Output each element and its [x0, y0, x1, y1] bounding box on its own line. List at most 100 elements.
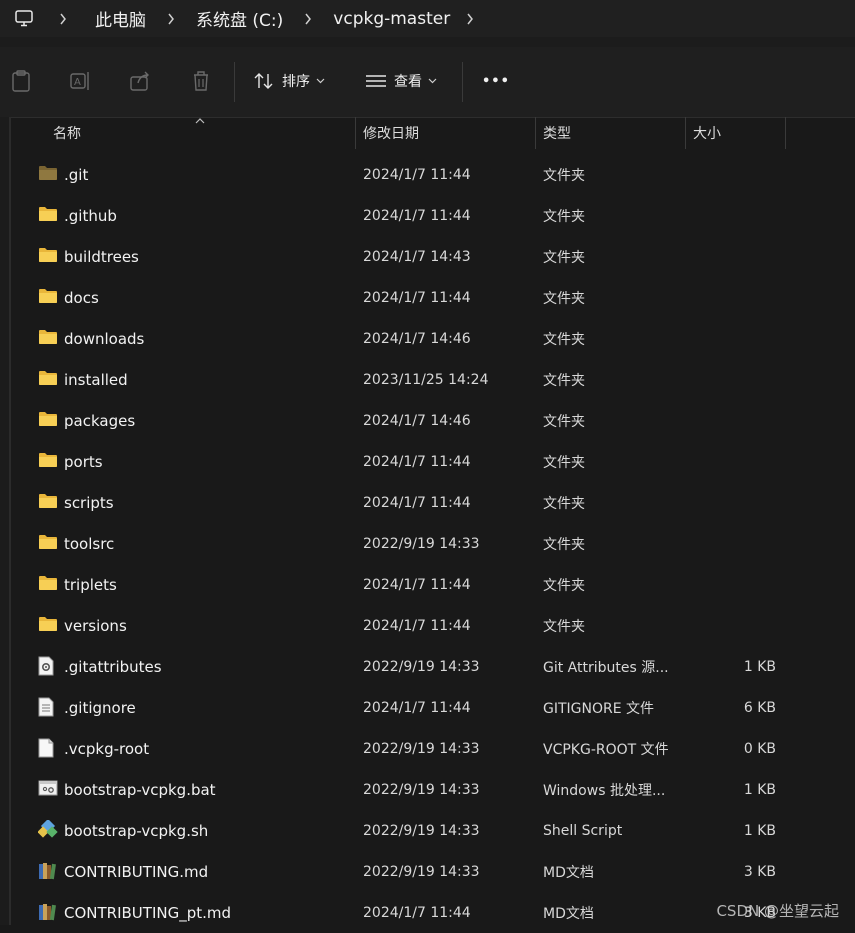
file-type: MD文档 — [543, 905, 594, 922]
column-divider[interactable] — [535, 117, 536, 149]
file-date-modified: 2022/9/19 14:33 — [363, 822, 480, 839]
file-date-modified: 2022/9/19 14:33 — [363, 658, 480, 675]
file-row[interactable]: bootstrap-vcpkg.bat 2022/9/19 14:33 Window… — [14, 769, 855, 810]
file-row[interactable]: docs 2024/1/7 11:44 文件夹 — [14, 277, 855, 318]
file-type: 文件夹 — [543, 249, 585, 266]
column-header-row: 名称 修改日期 类型 大小 — [0, 117, 855, 149]
file-row[interactable]: .github 2024/1/7 11:44 文件夹 — [14, 195, 855, 236]
file-name: docs — [64, 288, 99, 307]
shell-script-icon — [37, 818, 58, 840]
folder-icon — [38, 410, 58, 430]
more-options-button[interactable]: ••• — [482, 69, 510, 93]
folder-icon — [38, 205, 58, 225]
file-type: 文件夹 — [543, 495, 585, 512]
column-header-type[interactable]: 类型 — [543, 117, 571, 149]
toolbar-divider — [462, 62, 463, 102]
breadcrumb-item-this-pc[interactable]: 此电脑 — [89, 6, 152, 31]
file-name: packages — [64, 411, 136, 430]
file-row[interactable]: .gitignore 2024/1/7 11:44 GITIGNORE 文件 6 KB — [14, 687, 855, 728]
column-header-size[interactable]: 大小 — [693, 117, 721, 149]
file-date-modified: 2024/1/7 11:44 — [363, 207, 471, 224]
column-divider[interactable] — [685, 117, 686, 149]
file-row[interactable]: bootstrap-vcpkg.sh 2022/9/19 14:33 Shell S… — [14, 810, 855, 851]
file-date-modified: 2024/1/7 11:44 — [363, 617, 471, 634]
file-row[interactable]: buildtrees 2024/1/7 14:43 文件夹 — [14, 236, 855, 277]
file-name: triplets — [64, 575, 117, 594]
text-file-icon — [38, 697, 58, 717]
chevron-right-icon[interactable] — [456, 13, 484, 25]
watermark: CSDN @坐望云起 — [716, 902, 839, 920]
separator — [0, 37, 855, 47]
file-size: 1 KB — [743, 658, 776, 675]
file-name: .gitignore — [64, 698, 136, 717]
file-row[interactable]: .gitattributes 2022/9/19 14:33 Git Attribu… — [14, 646, 855, 687]
file-type: Windows 批处理... — [543, 782, 666, 799]
file-type: 文件夹 — [543, 536, 585, 553]
column-header-name[interactable]: 名称 — [53, 117, 81, 149]
sort-button[interactable]: 排序 — [254, 69, 325, 93]
file-date-modified: 2024/1/7 11:44 — [363, 289, 471, 306]
sort-ascending-icon — [195, 116, 205, 127]
file-date-modified: 2024/1/7 11:44 — [363, 699, 471, 716]
file-name: buildtrees — [64, 247, 139, 266]
pane-splitter[interactable] — [9, 117, 11, 925]
file-type: 文件夹 — [543, 618, 585, 635]
file-date-modified: 2022/9/19 14:33 — [363, 740, 480, 757]
column-header-date[interactable]: 修改日期 — [363, 117, 419, 149]
command-bar: A 排序 查看 ••• — [0, 47, 855, 118]
folder-icon — [38, 533, 58, 553]
file-size: 1 KB — [743, 781, 776, 798]
view-button[interactable]: 查看 — [366, 69, 437, 93]
file-row[interactable]: installed 2023/11/25 14:24 文件夹 — [14, 359, 855, 400]
file-type: 文件夹 — [543, 372, 585, 389]
file-row[interactable]: downloads 2024/1/7 14:46 文件夹 — [14, 318, 855, 359]
file-row[interactable]: CONTRIBUTING.md 2022/9/19 14:33 MD文档 3 KB — [14, 851, 855, 892]
file-date-modified: 2024/1/7 11:44 — [363, 494, 471, 511]
file-row[interactable]: versions 2024/1/7 11:44 文件夹 — [14, 605, 855, 646]
chevron-down-icon — [428, 78, 437, 84]
file-type: 文件夹 — [543, 331, 585, 348]
folder-icon — [38, 451, 58, 471]
paste-icon[interactable] — [9, 69, 33, 93]
file-date-modified: 2022/9/19 14:33 — [363, 781, 480, 798]
chevron-right-icon[interactable] — [37, 13, 89, 25]
file-date-modified: 2022/9/19 14:33 — [363, 863, 480, 880]
file-row[interactable]: toolsrc 2022/9/19 14:33 文件夹 — [14, 523, 855, 564]
file-type: 文件夹 — [543, 413, 585, 430]
file-row[interactable]: ports 2024/1/7 11:44 文件夹 — [14, 441, 855, 482]
file-name: .git — [64, 165, 89, 184]
folder-icon — [38, 574, 58, 594]
address-bar[interactable]: 此电脑 系统盘 (C:) vcpkg-master — [0, 0, 855, 37]
file-row[interactable]: packages 2024/1/7 14:46 文件夹 — [14, 400, 855, 441]
file-row[interactable]: scripts 2024/1/7 11:44 文件夹 — [14, 482, 855, 523]
file-row[interactable]: .vcpkg-root 2022/9/19 14:33 VCPKG-ROOT 文件 0… — [14, 728, 855, 769]
delete-icon[interactable] — [189, 69, 213, 93]
svg-text:A: A — [74, 77, 81, 88]
column-divider[interactable] — [355, 117, 356, 149]
sort-icon — [254, 72, 274, 90]
blank-file-icon — [38, 738, 58, 758]
share-icon[interactable] — [129, 69, 153, 93]
folder-icon — [38, 287, 58, 307]
column-divider[interactable] — [785, 117, 786, 149]
chevron-right-icon[interactable] — [289, 13, 327, 25]
computer-icon[interactable] — [11, 6, 37, 32]
chevron-right-icon[interactable] — [152, 13, 190, 25]
view-list-icon — [366, 74, 386, 88]
folder-icon — [38, 615, 58, 635]
file-date-modified: 2024/1/7 11:44 — [363, 166, 471, 183]
file-type: MD文档 — [543, 864, 594, 881]
file-name: CONTRIBUTING_pt.md — [64, 903, 232, 922]
file-type: 文件夹 — [543, 208, 585, 225]
file-row[interactable]: triplets 2024/1/7 11:44 文件夹 — [14, 564, 855, 605]
file-type: GITIGNORE 文件 — [543, 700, 655, 717]
books-icon — [38, 861, 58, 881]
file-date-modified: 2024/1/7 14:46 — [363, 330, 471, 347]
breadcrumb-item-vcpkg-master[interactable]: vcpkg-master — [327, 9, 456, 29]
rename-icon[interactable]: A — [69, 69, 93, 93]
file-row[interactable]: .git 2024/1/7 11:44 文件夹 — [14, 154, 855, 195]
breadcrumb-item-system-drive[interactable]: 系统盘 (C:) — [190, 6, 289, 31]
file-date-modified: 2023/11/25 14:24 — [363, 371, 489, 388]
file-type: Shell Script — [543, 822, 623, 839]
file-type: 文件夹 — [543, 167, 585, 184]
